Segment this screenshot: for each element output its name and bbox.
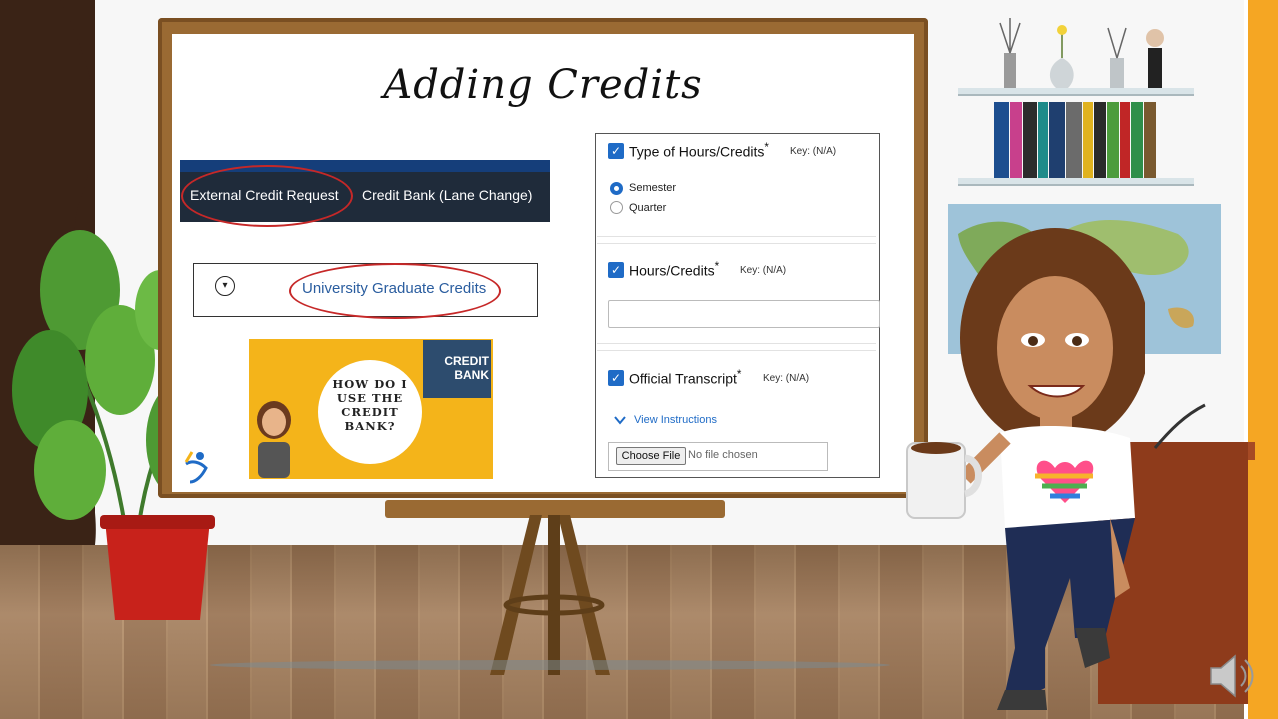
video-headline: HOW DO I USE THE CREDIT BANK? [332, 377, 408, 433]
book [1107, 102, 1119, 178]
field-key: Key: (N/A) [763, 373, 810, 384]
book [1010, 102, 1022, 178]
chevron-down-icon[interactable]: ▾ [215, 276, 235, 296]
logo-icon [184, 451, 208, 484]
radio-semester[interactable] [610, 182, 623, 195]
field-label-type-of-hours: Type of Hours/Credits* [629, 141, 769, 160]
radio-label-quarter: Quarter [629, 202, 667, 214]
divider [597, 343, 876, 344]
book [1023, 102, 1037, 178]
credit-bank-badge-text: CREDIT BANK [444, 354, 489, 382]
slide-title: Adding Credits [383, 62, 703, 108]
checkmark-icon[interactable]: ✓ [608, 143, 624, 159]
book [1049, 102, 1065, 178]
field-key: Key: (N/A) [790, 146, 837, 157]
radio-quarter[interactable] [610, 201, 623, 214]
book [1120, 102, 1130, 178]
divider [597, 236, 876, 237]
divider [597, 243, 876, 244]
view-instructions-link[interactable]: View Instructions [634, 414, 717, 426]
avatar [257, 401, 291, 478]
book [1083, 102, 1093, 178]
file-status: No file chosen [688, 449, 758, 461]
field-key: Key: (N/A) [740, 265, 787, 276]
slide-scene: Adding Credits External Credit Request C… [0, 0, 1278, 719]
checkmark-icon[interactable]: ✓ [608, 262, 624, 278]
field-label-official-transcript: Official Transcript* [629, 368, 742, 387]
right-orange-strip [1248, 0, 1278, 719]
hours-credits-input[interactable] [608, 300, 880, 328]
chevron-down-icon[interactable] [614, 415, 626, 425]
divider [597, 350, 876, 351]
shelf-decor [999, 18, 1164, 88]
book [1038, 102, 1048, 178]
easel-shadow [210, 660, 890, 670]
top-shelf [958, 88, 1194, 96]
book [1144, 102, 1156, 178]
bottom-shelf [958, 178, 1194, 186]
easel-legs [490, 515, 610, 675]
book [1131, 102, 1143, 178]
checkmark-icon[interactable]: ✓ [608, 370, 624, 386]
field-label-hours-credits: Hours/Credits* [629, 260, 720, 279]
speaker-icon[interactable] [1205, 652, 1257, 700]
radio-label-semester: Semester [629, 182, 677, 194]
microphone-icon [1153, 403, 1206, 449]
choose-file-button[interactable]: Choose File [616, 447, 686, 465]
book [994, 102, 1009, 178]
book [1094, 102, 1106, 178]
book [1066, 102, 1082, 178]
tab-credit-bank-lane-change[interactable]: Credit Bank (Lane Change) [362, 187, 532, 203]
red-highlight-oval [181, 165, 353, 227]
red-highlight-oval [289, 263, 501, 319]
bitmoji-character [906, 228, 1145, 710]
